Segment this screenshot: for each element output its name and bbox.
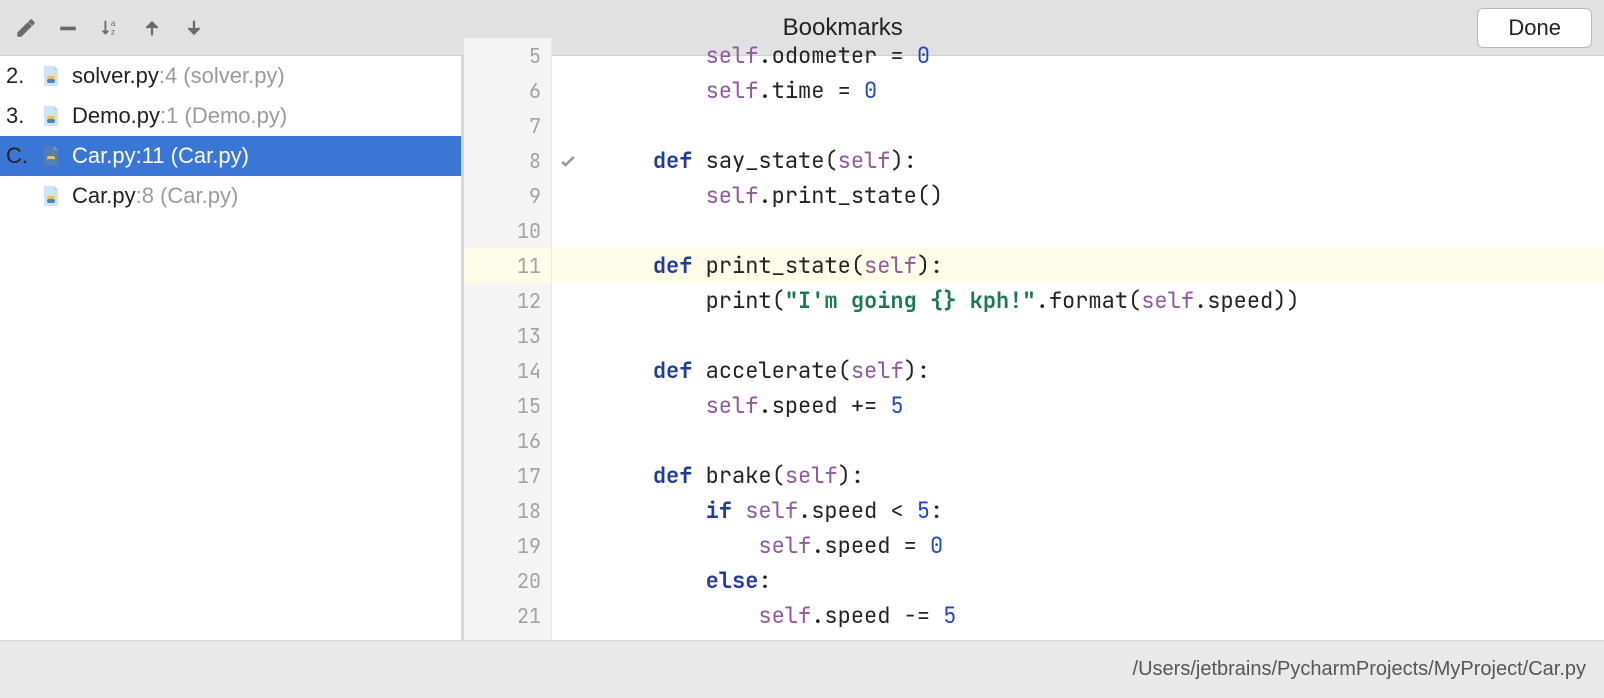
bookmark-marker: C. (2, 143, 38, 169)
code-line[interactable]: else: (552, 563, 1604, 598)
line-number: 17 (517, 463, 541, 489)
gutter-row[interactable]: 20 (464, 563, 551, 598)
bookmark-label: Car.py:11 (Car.py) (72, 143, 249, 169)
gutter-row[interactable]: 9 (464, 178, 551, 213)
gutter-row[interactable]: 18 (464, 493, 551, 528)
statusbar-path: /Users/jetbrains/PycharmProjects/MyProje… (1133, 658, 1586, 681)
line-number: 8 (529, 148, 541, 174)
code-line[interactable]: self.speed -= 5 (552, 598, 1604, 633)
bookmarks-list: 2. solver.py:4 (solver.py)3. Demo.py:1 (… (0, 56, 464, 640)
main-area: 2. solver.py:4 (solver.py)3. Demo.py:1 (… (0, 56, 1604, 640)
code-line[interactable]: def say_state(self): (552, 143, 1604, 178)
line-number: 15 (517, 393, 541, 419)
statusbar: /Users/jetbrains/PycharmProjects/MyProje… (0, 640, 1604, 698)
gutter-row[interactable]: 8 (464, 143, 551, 178)
gutter-row[interactable]: 17 (464, 458, 551, 493)
bookmark-marker: 3. (2, 103, 38, 129)
gutter-row[interactable]: 6 (464, 73, 551, 108)
python-file-icon (38, 183, 64, 209)
svg-text:z: z (111, 27, 115, 36)
line-number: 12 (517, 288, 541, 314)
gutter-row[interactable]: 19 (464, 528, 551, 563)
remove-icon[interactable] (54, 14, 82, 42)
line-number: 19 (517, 533, 541, 559)
gutter-row[interactable]: 14 (464, 353, 551, 388)
code-line[interactable]: print("I'm going {} kph!".format(self.sp… (552, 283, 1604, 318)
code-line[interactable] (552, 318, 1604, 353)
gutter-row[interactable]: 13 (464, 318, 551, 353)
gutter-row[interactable]: 10 (464, 213, 551, 248)
gutter-row[interactable]: 5 (464, 38, 551, 73)
line-number: 6 (529, 78, 541, 104)
editor-gutter: 5 6 7 8 9 10 11C 12 13 14 15 16 17 18 19 20 21 (464, 38, 552, 640)
line-number: 10 (517, 218, 541, 244)
python-file-icon (38, 103, 64, 129)
gutter-row[interactable]: 21 (464, 598, 551, 633)
code-line[interactable] (552, 213, 1604, 248)
python-file-icon (38, 63, 64, 89)
line-number: 9 (529, 183, 541, 209)
bookmark-label: Demo.py:1 (Demo.py) (72, 103, 287, 129)
line-number: 16 (517, 428, 541, 454)
editor: 567891011C12131415161718192021 self.odom… (464, 56, 1604, 640)
code-line[interactable]: self.speed += 5 (552, 388, 1604, 423)
code-line[interactable]: self.speed = 0 (552, 528, 1604, 563)
code-line[interactable] (552, 108, 1604, 143)
code-line[interactable]: self.time = 0 (552, 73, 1604, 108)
down-icon[interactable] (180, 14, 208, 42)
gutter-row[interactable]: 15 (464, 388, 551, 423)
gutter-row[interactable]: 16 (464, 423, 551, 458)
code-line[interactable]: self.odometer = 0 (552, 38, 1604, 73)
edit-icon[interactable] (12, 14, 40, 42)
code-line[interactable]: def print_state(self): (552, 248, 1604, 283)
code-line[interactable]: if self.speed < 5: (552, 493, 1604, 528)
code-line[interactable] (552, 423, 1604, 458)
code-line[interactable]: self.print_state() (552, 178, 1604, 213)
bookmark-label: Car.py:8 (Car.py) (72, 183, 238, 209)
bookmark-item[interactable]: X. Car.py:8 (Car.py) (0, 176, 461, 216)
up-icon[interactable] (138, 14, 166, 42)
gutter-row[interactable]: 12 (464, 283, 551, 318)
gutter-row[interactable]: 7 (464, 108, 551, 143)
toolbar-icon-group: az (12, 14, 208, 42)
bookmark-item[interactable]: 3. Demo.py:1 (Demo.py) (0, 96, 461, 136)
code-line[interactable]: def accelerate(self): (552, 353, 1604, 388)
line-number: 20 (517, 568, 541, 594)
line-number: 5 (529, 43, 541, 69)
code-line[interactable]: def brake(self): (552, 458, 1604, 493)
bookmark-label: solver.py:4 (solver.py) (72, 63, 285, 89)
bookmark-item[interactable]: 2. solver.py:4 (solver.py) (0, 56, 461, 96)
line-number: 11 (517, 253, 541, 279)
line-number: 21 (517, 603, 541, 629)
sort-icon[interactable]: az (96, 14, 124, 42)
editor-code[interactable]: self.odometer = 0 self.time = 0 def say_… (552, 38, 1604, 640)
line-number: 7 (529, 113, 541, 139)
gutter-row[interactable]: 11C (464, 248, 551, 283)
line-number: 18 (517, 498, 541, 524)
line-number: 13 (517, 323, 541, 349)
bookmark-item[interactable]: C. Car.py:11 (Car.py) (0, 136, 461, 176)
bookmark-marker: 2. (2, 63, 38, 89)
bookmark-marker: X. (2, 183, 38, 209)
line-number: 14 (517, 358, 541, 384)
python-file-icon (38, 143, 64, 169)
